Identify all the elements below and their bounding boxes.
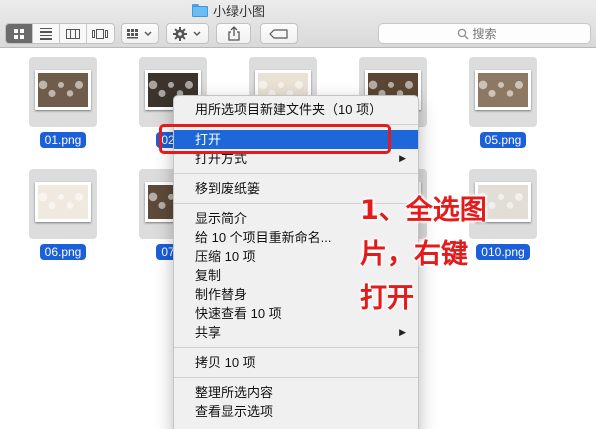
file-name-text: 05.png: [479, 132, 527, 148]
file-name-text: 06.png: [39, 244, 87, 260]
column-view-button[interactable]: [60, 24, 87, 43]
menu-item-label: 共享: [195, 325, 222, 340]
file-thumbnail: [35, 182, 91, 222]
window-title: 小绿小图: [192, 1, 265, 19]
menu-item-label: 给 10 个项目重新命名...: [195, 230, 332, 245]
window-title-text: 小绿小图: [213, 3, 266, 19]
menu-separator: [174, 347, 418, 348]
highlight-box: [159, 124, 391, 154]
arrange-grid-icon: [127, 28, 152, 38]
tag-button[interactable]: [260, 23, 298, 44]
list-view-icon: [40, 27, 52, 40]
menu-item-label: 显示简介: [195, 211, 248, 226]
thumbnail-image: [38, 73, 88, 107]
file-selection-bg: [29, 57, 97, 127]
menu-item[interactable]: 用所选项目新建文件夹（10 项）: [174, 100, 418, 119]
annotation-line: 1、全选图: [360, 195, 487, 226]
menu-item[interactable]: 拷贝 10 项: [174, 353, 418, 372]
icon-view-button[interactable]: [6, 24, 33, 43]
menu-item-label: 压缩 10 项: [195, 249, 256, 264]
folder-icon: [192, 3, 208, 17]
annotation-text: 1、全选图 片，右键 打开: [360, 189, 487, 321]
menu-item[interactable]: 共享 ▶: [174, 323, 418, 342]
share-icon: [227, 26, 240, 41]
submenu-arrow-icon: ▶: [399, 327, 406, 337]
share-button[interactable]: [216, 23, 251, 44]
menu-item-label: 移到废纸篓: [195, 181, 261, 196]
list-view-button[interactable]: [33, 24, 60, 43]
arrange-button[interactable]: [121, 23, 159, 44]
file-thumbnail: [475, 70, 531, 110]
column-view-icon: [66, 28, 80, 39]
search-field[interactable]: [378, 23, 591, 44]
gear-icon: [172, 26, 200, 41]
menu-separator: [174, 173, 418, 174]
file-name-text: 01.png: [39, 132, 87, 148]
tag-icon: [269, 28, 288, 39]
menu-item-label: 制作替身: [195, 287, 248, 302]
thumbnail-image: [478, 73, 528, 107]
menu-item-label: 拷贝 10 项: [195, 355, 256, 370]
menu-item-label: 用所选项目新建文件夹（10 项）: [195, 102, 383, 117]
annotation-line: 片，右键: [360, 239, 468, 270]
action-menu-button[interactable]: [166, 23, 209, 44]
menu-separator: [174, 377, 418, 378]
file-selection-bg: [29, 169, 97, 239]
menu-item-label: 查看显示选项: [195, 404, 274, 419]
finder-toolbar: 小绿小图: [0, 0, 596, 48]
submenu-arrow-icon: ▶: [399, 153, 406, 163]
annotation-line: 打开: [360, 283, 414, 314]
cover-flow-icon: [91, 28, 110, 39]
menu-item-label: 复制: [195, 268, 222, 283]
icon-view-icon: [14, 28, 24, 39]
view-mode-switcher: [5, 23, 115, 44]
thumbnail-image: [38, 185, 88, 219]
search-input[interactable]: [472, 26, 513, 41]
file-name-label: 01.png: [18, 132, 108, 148]
cover-flow-view-button[interactable]: [87, 24, 114, 43]
file-selection-bg: [469, 57, 537, 127]
file-name-label: 05.png: [458, 132, 548, 148]
file-thumbnail: [35, 70, 91, 110]
menu-item[interactable]: 整理所选内容: [174, 383, 418, 402]
menu-item-label: 整理所选内容: [195, 385, 274, 400]
search-icon: [457, 28, 468, 39]
file-name-label: 06.png: [18, 244, 108, 260]
menu-item[interactable]: 查看显示选项: [174, 402, 418, 421]
menu-item-label: 快速查看 10 项: [195, 306, 282, 321]
